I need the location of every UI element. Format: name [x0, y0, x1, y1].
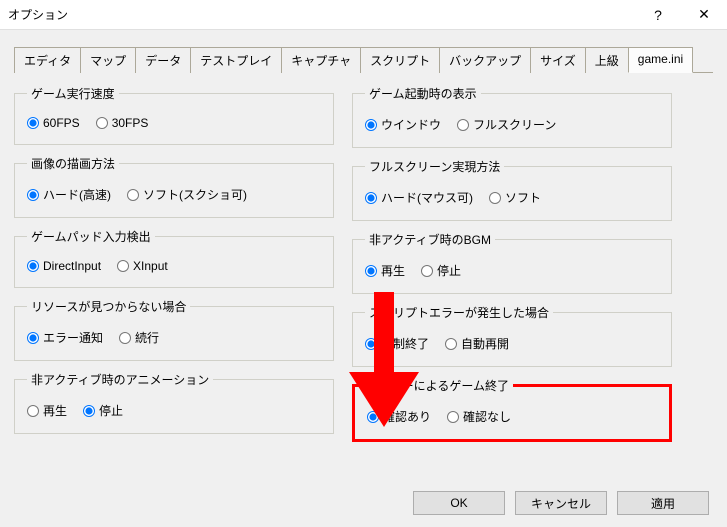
- legend-draw-method: 画像の描画方法: [27, 155, 119, 172]
- titlebar: オプション ? ✕: [0, 0, 727, 30]
- radio-force-quit[interactable]: 強制終了: [365, 335, 429, 352]
- group-script-error: スクリプトエラーが発生した場合 強制終了 自動再開: [352, 304, 672, 367]
- radio-confirm-yes[interactable]: 確認あり: [367, 408, 431, 425]
- legend-resource-missing: リソースが見つからない場合: [27, 298, 190, 315]
- window-title: オプション: [8, 6, 635, 23]
- cancel-button[interactable]: キャンセル: [515, 491, 607, 515]
- tab-capture[interactable]: キャプチャ: [281, 47, 361, 73]
- radio-bgm-play[interactable]: 再生: [365, 262, 405, 279]
- tab-game-ini[interactable]: game.ini: [628, 47, 693, 73]
- legend-script-error: スクリプトエラーが発生した場合: [365, 304, 553, 321]
- group-fullscreen-method: フルスクリーン実現方法 ハード(マウス可) ソフト: [352, 158, 672, 221]
- legend-gamepad: ゲームパッド入力検出: [27, 228, 155, 245]
- radio-error-notify[interactable]: エラー通知: [27, 329, 103, 346]
- tab-backup[interactable]: バックアップ: [439, 47, 531, 73]
- help-button[interactable]: ?: [635, 0, 681, 30]
- group-gamepad: ゲームパッド入力検出 DirectInput XInput: [14, 228, 334, 288]
- radio-60fps[interactable]: 60FPS: [27, 116, 80, 130]
- radio-fs-soft[interactable]: ソフト: [489, 189, 541, 206]
- group-game-speed: ゲーム実行速度 60FPS 30FPS: [14, 85, 334, 145]
- radio-draw-soft[interactable]: ソフト(スクショ可): [127, 186, 247, 203]
- tab-testplay[interactable]: テストプレイ: [190, 47, 282, 73]
- tab-data[interactable]: データ: [135, 47, 191, 73]
- legend-game-speed: ゲーム実行速度: [27, 85, 119, 102]
- legend-startup-display: ゲーム起動時の表示: [365, 85, 481, 102]
- tab-editor[interactable]: エディタ: [14, 47, 81, 73]
- apply-button[interactable]: 適用: [617, 491, 709, 515]
- tab-script[interactable]: スクリプト: [360, 47, 440, 73]
- close-button[interactable]: ✕: [681, 0, 727, 30]
- radio-fullscreen[interactable]: フルスクリーン: [457, 116, 556, 133]
- radio-draw-hard[interactable]: ハード(高速): [27, 186, 111, 203]
- radio-bgm-stop[interactable]: 停止: [421, 262, 461, 279]
- radio-anim-stop[interactable]: 停止: [83, 402, 123, 419]
- group-inactive-bgm: 非アクティブ時のBGM 再生 停止: [352, 231, 672, 294]
- radio-auto-resume[interactable]: 自動再開: [445, 335, 509, 352]
- radio-window[interactable]: ウインドウ: [365, 116, 441, 133]
- tab-size[interactable]: サイズ: [530, 47, 586, 73]
- radio-confirm-no[interactable]: 確認なし: [447, 408, 511, 425]
- legend-inactive-bgm: 非アクティブ時のBGM: [365, 231, 495, 248]
- radio-30fps[interactable]: 30FPS: [96, 116, 149, 130]
- radio-anim-play[interactable]: 再生: [27, 402, 67, 419]
- radio-continue[interactable]: 続行: [119, 329, 159, 346]
- group-inactive-anim: 非アクティブ時のアニメーション 再生 停止: [14, 371, 334, 434]
- tab-map[interactable]: マップ: [80, 47, 136, 73]
- ok-button[interactable]: OK: [413, 491, 505, 515]
- radio-xinput[interactable]: XInput: [117, 259, 168, 273]
- legend-fullscreen-method: フルスクリーン実現方法: [365, 158, 504, 175]
- tab-bar: エディタ マップ データ テストプレイ キャプチャ スクリプト バックアップ サ…: [14, 46, 713, 73]
- group-draw-method: 画像の描画方法 ハード(高速) ソフト(スクショ可): [14, 155, 334, 218]
- group-esc-quit: escキーによるゲーム終了 確認あり 確認なし: [352, 377, 672, 442]
- tab-advanced[interactable]: 上級: [585, 47, 629, 73]
- legend-inactive-anim: 非アクティブ時のアニメーション: [27, 371, 213, 388]
- radio-directinput[interactable]: DirectInput: [27, 259, 101, 273]
- group-resource-missing: リソースが見つからない場合 エラー通知 続行: [14, 298, 334, 361]
- group-startup-display: ゲーム起動時の表示 ウインドウ フルスクリーン: [352, 85, 672, 148]
- radio-fs-hard[interactable]: ハード(マウス可): [365, 189, 473, 206]
- legend-esc-quit: escキーによるゲーム終了: [367, 377, 513, 394]
